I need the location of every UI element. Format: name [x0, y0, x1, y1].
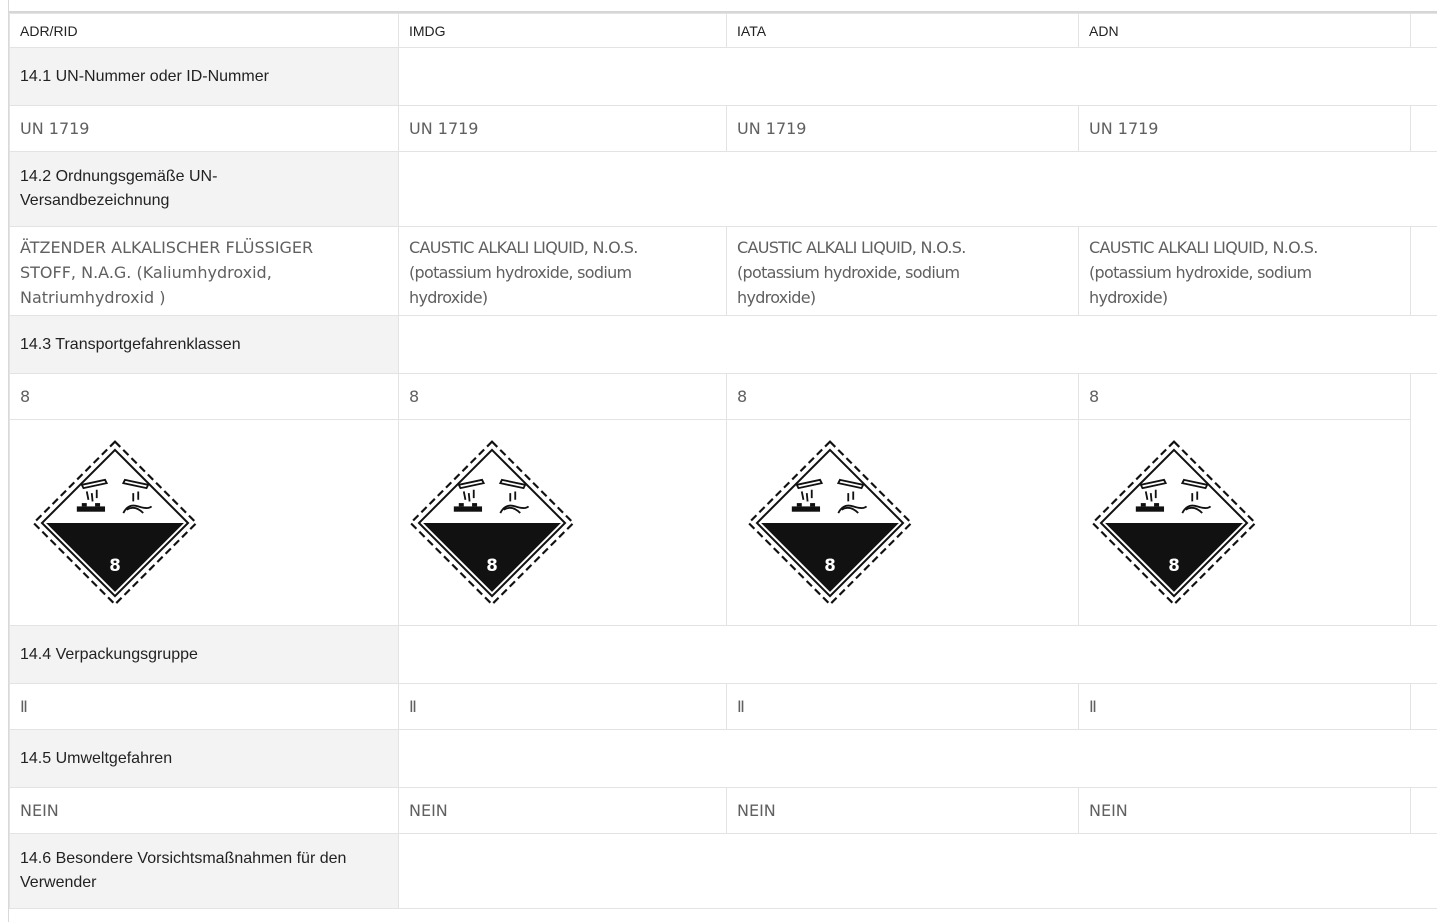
class-number-label: 8 — [486, 556, 498, 575]
section-label-environment: 14.5 Umweltgefahren — [9, 729, 399, 788]
value-row: NEIN NEIN NEIN NEIN — [9, 787, 1437, 834]
environment-imdg: NEIN — [398, 787, 727, 834]
pictogram-cell-adn: 8 — [1078, 419, 1411, 626]
value-row: 8 8 8 8 — [9, 373, 1437, 626]
environment-iata: NEIN — [726, 787, 1079, 834]
section-fill — [398, 47, 1437, 106]
hazard-class-iata: 8 — [726, 373, 1079, 420]
section-row: 14.4 Verpackungsgruppe — [9, 625, 1437, 684]
section-row: 14.2 Ordnungsgemäße UN-Versandbezeichnun… — [9, 151, 1437, 227]
section-fill — [398, 625, 1437, 684]
section-label-hazard-class: 14.3 Transportgefahrenklassen — [9, 315, 399, 374]
corrosive-class-8-diamond-icon: 8 — [409, 439, 575, 606]
packing-group-iata: Ⅱ — [726, 683, 1079, 730]
row-spacer — [1410, 373, 1437, 626]
section-label-un-number: 14.1 UN-Nummer oder ID-Nummer — [9, 47, 399, 106]
packing-group-adr: Ⅱ — [9, 683, 399, 730]
section-row: 14.3 Transportgefahrenklassen — [9, 315, 1437, 374]
hazard-class-adr: 8 — [9, 373, 399, 420]
hazard-class-imdg: 8 — [398, 373, 727, 420]
section-fill — [398, 315, 1437, 374]
shipping-name-adn: CAUSTIC ALKALI LIQUID, N.O.S. (potassium… — [1078, 226, 1411, 316]
section-row: 14.6 Besondere Vorsichtsmaßnahmen für de… — [9, 833, 1437, 909]
row-spacer — [1410, 683, 1437, 730]
row-spacer — [1410, 787, 1437, 834]
pictogram-row: 8 8 8 8 — [9, 419, 1437, 626]
un-number-iata: UN 1719 — [726, 105, 1079, 152]
hazard-class-adn: 8 — [1078, 373, 1411, 420]
environment-adn: NEIN — [1078, 787, 1411, 834]
header-row: ADR/RID IMDG IATA ADN — [9, 13, 1437, 48]
header-adn: ADN — [1078, 13, 1411, 48]
shipping-name-adr: ÄTZENDER ALKALISCHER FLÜSSIGER STOFF, N.… — [9, 226, 399, 316]
value-row: Ⅱ Ⅱ Ⅱ Ⅱ — [9, 683, 1437, 730]
transport-info-section: ADR/RID IMDG IATA ADN 14.1 UN-Nummer ode… — [0, 0, 1437, 922]
shipping-name-iata: CAUSTIC ALKALI LIQUID, N.O.S. (potassium… — [726, 226, 1079, 316]
section-fill — [398, 151, 1437, 227]
corrosive-class-8-diamond-icon: 8 — [747, 439, 913, 606]
header-spacer — [1410, 13, 1437, 48]
un-number-adn: UN 1719 — [1078, 105, 1411, 152]
corrosive-class-8-diamond-icon: 8 — [32, 439, 198, 606]
left-border — [0, 0, 9, 922]
row-spacer — [1410, 226, 1437, 316]
section-row: 14.1 UN-Nummer oder ID-Nummer — [9, 47, 1437, 106]
section-row: 14.5 Umweltgefahren — [9, 729, 1437, 788]
class-number-label: 8 — [109, 556, 121, 575]
section-fill — [398, 833, 1437, 909]
environment-adr: NEIN — [9, 787, 399, 834]
packing-group-adn: Ⅱ — [1078, 683, 1411, 730]
header-imdg: IMDG — [398, 13, 727, 48]
corrosive-class-8-diamond-icon: 8 — [1091, 439, 1257, 606]
transport-table: ADR/RID IMDG IATA ADN 14.1 UN-Nummer ode… — [9, 13, 1437, 909]
class-number-label: 8 — [824, 556, 836, 575]
section-label-packing-group: 14.4 Verpackungsgruppe — [9, 625, 399, 684]
section-fill — [398, 729, 1437, 788]
section-label-shipping-name: 14.2 Ordnungsgemäße UN-Versandbezeichnun… — [9, 151, 399, 227]
un-number-adr: UN 1719 — [9, 105, 399, 152]
shipping-name-imdg: CAUSTIC ALKALI LIQUID, N.O.S. (potassium… — [398, 226, 727, 316]
header-adr-rid: ADR/RID — [9, 13, 399, 48]
row-spacer — [1410, 105, 1437, 152]
packing-group-imdg: Ⅱ — [398, 683, 727, 730]
pictogram-cell-imdg: 8 — [398, 419, 727, 626]
pictogram-cell-adr: 8 — [9, 419, 399, 626]
header-iata: IATA — [726, 13, 1079, 48]
un-number-imdg: UN 1719 — [398, 105, 727, 152]
value-row: ÄTZENDER ALKALISCHER FLÜSSIGER STOFF, N.… — [9, 226, 1437, 316]
pictogram-cell-iata: 8 — [726, 419, 1079, 626]
class-number-label: 8 — [1168, 556, 1180, 575]
section-label-precautions: 14.6 Besondere Vorsichtsmaßnahmen für de… — [9, 833, 399, 909]
value-row: UN 1719 UN 1719 UN 1719 UN 1719 — [9, 105, 1437, 152]
